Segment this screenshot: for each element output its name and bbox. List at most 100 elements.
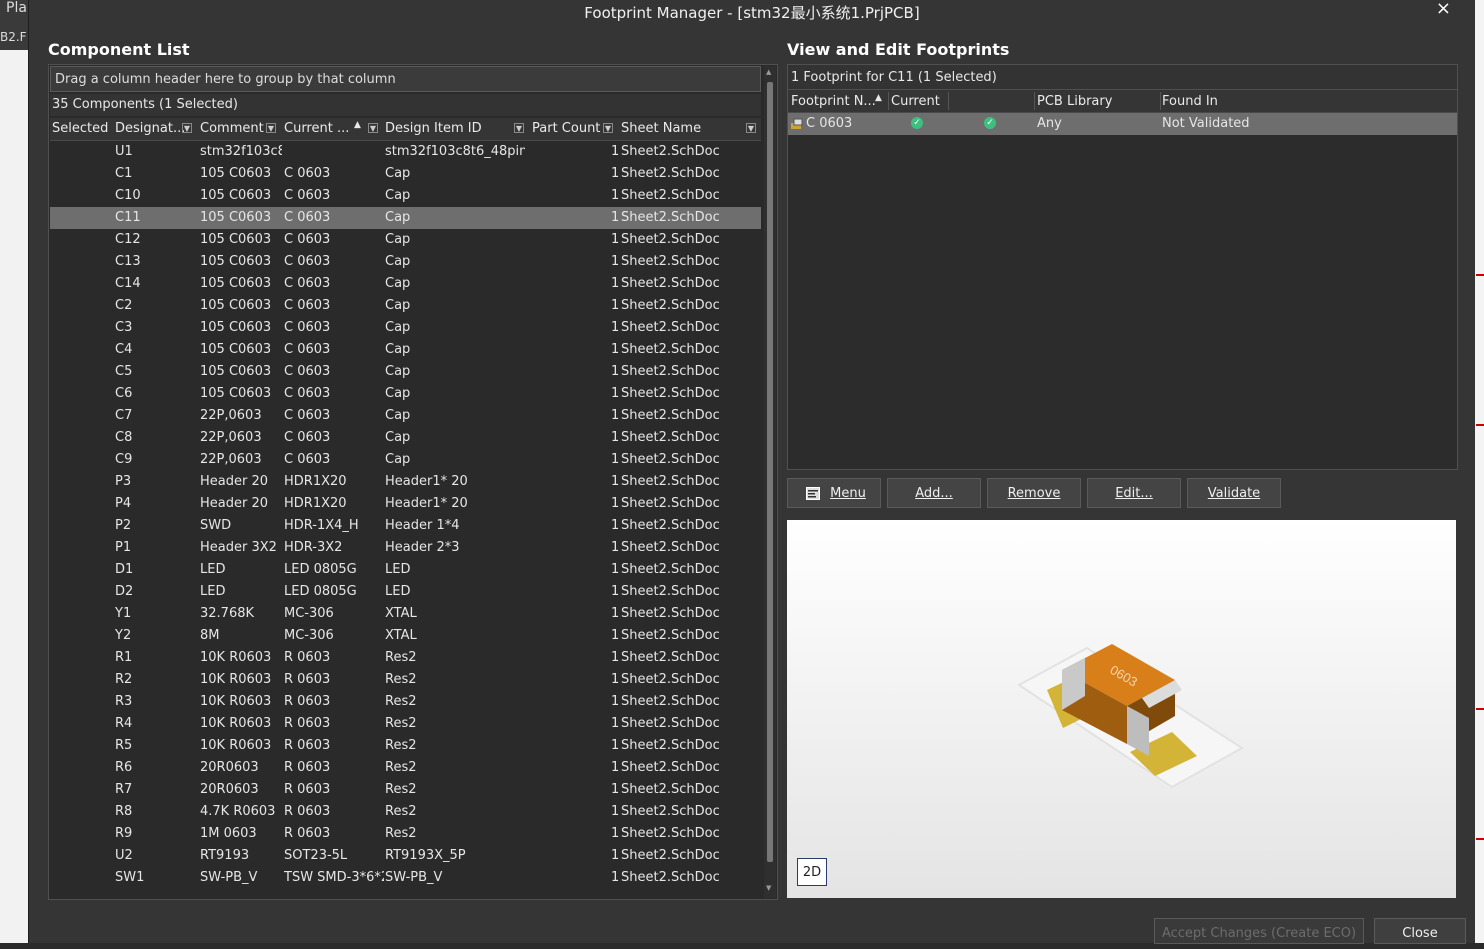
validate-button[interactable]: Validate bbox=[1187, 478, 1281, 508]
column-header-part-count[interactable]: Part Count bbox=[532, 121, 600, 136]
background-doc-text: B2.F bbox=[0, 30, 27, 44]
current-footprint-cell: MC-306 bbox=[284, 628, 334, 643]
filter-icon[interactable]: ▼ bbox=[746, 123, 756, 133]
component-row[interactable]: R4 10K R0603 R 0603 Res2 1 Sheet2.SchDoc bbox=[50, 713, 761, 735]
designator-cell: SW1 bbox=[115, 870, 145, 885]
column-header-designator[interactable]: Designat... bbox=[115, 121, 185, 136]
component-row[interactable]: R6 20R0603 R 0603 Res2 1 Sheet2.SchDoc bbox=[50, 757, 761, 779]
view-2d-button[interactable]: 2D bbox=[797, 858, 827, 886]
column-header-comment[interactable]: Comment bbox=[200, 121, 264, 136]
filter-icon[interactable]: ▼ bbox=[368, 123, 378, 133]
component-row[interactable]: P1 Header 3X2 HDR-3X2 Header 2*3 1 Sheet2.Sch… bbox=[50, 537, 761, 559]
current-footprint-cell: R 0603 bbox=[284, 650, 331, 665]
component-row[interactable]: R9 1M 0603 R 0603 Res2 1 Sheet2.SchDoc bbox=[50, 823, 761, 845]
designator-cell: R7 bbox=[115, 782, 133, 797]
component-row[interactable]: R5 10K R0603 R 0603 Res2 1 Sheet2.SchDoc bbox=[50, 735, 761, 757]
component-row[interactable]: SW1 SW-PB_V TSW SMD-3*6*2 SW-PB_V 1 Sheet2.Sc… bbox=[50, 867, 761, 889]
column-header-found-in[interactable]: Found In bbox=[1162, 94, 1218, 109]
remove-button[interactable]: Remove bbox=[987, 478, 1081, 508]
component-row[interactable]: C11 105 C0603 C 0603 Cap 1 Sheet2.SchDoc bbox=[50, 207, 761, 229]
filter-icon[interactable]: ▼ bbox=[603, 123, 613, 133]
designator-cell: R9 bbox=[115, 826, 133, 841]
component-row[interactable]: D2 LED LED 0805G LED 1 Sheet2.SchDoc bbox=[50, 581, 761, 603]
component-row[interactable]: C12 105 C0603 C 0603 Cap 1 Sheet2.SchDoc bbox=[50, 229, 761, 251]
component-row[interactable]: C8 22P,0603 C 0603 Cap 1 Sheet2.SchDoc bbox=[50, 427, 761, 449]
sheet-name-cell: Sheet2.SchDoc bbox=[621, 760, 720, 775]
component-row[interactable]: C7 22P,0603 C 0603 Cap 1 Sheet2.SchDoc bbox=[50, 405, 761, 427]
designator-cell: P2 bbox=[115, 518, 132, 533]
component-row[interactable]: C9 22P,0603 C 0603 Cap 1 Sheet2.SchDoc bbox=[50, 449, 761, 471]
design-item-cell: Res2 bbox=[385, 738, 417, 753]
sheet-name-cell: Sheet2.SchDoc bbox=[621, 804, 720, 819]
found-in-value: Not Validated bbox=[1162, 116, 1250, 131]
component-row[interactable]: P4 Header 20 HDR1X20 Header1* 20 1 Sheet2.Sch… bbox=[50, 493, 761, 515]
current-footprint-cell: C 0603 bbox=[284, 408, 331, 423]
scroll-up-arrow-icon[interactable]: ▲ bbox=[766, 68, 771, 76]
designator-cell: C5 bbox=[115, 364, 133, 379]
current-footprint-cell: C 0603 bbox=[284, 430, 331, 445]
current-footprint-cell: HDR-1X4_H bbox=[284, 518, 359, 533]
component-row[interactable]: C4 105 C0603 C 0603 Cap 1 Sheet2.SchDoc bbox=[50, 339, 761, 361]
column-header-current[interactable]: Current bbox=[891, 94, 940, 109]
edit-button[interactable]: Edit... bbox=[1087, 478, 1181, 508]
component-row[interactable]: R7 20R0603 R 0603 Res2 1 Sheet2.SchDoc bbox=[50, 779, 761, 801]
current-footprint-cell: R 0603 bbox=[284, 782, 331, 797]
close-window-button[interactable]: × bbox=[1436, 0, 1451, 19]
column-header-pcb-library[interactable]: PCB Library bbox=[1037, 94, 1112, 109]
component-row[interactable]: C3 105 C0603 C 0603 Cap 1 Sheet2.SchDoc bbox=[50, 317, 761, 339]
comment-cell: 10K R0603 bbox=[200, 650, 272, 665]
footprint-3d-preview[interactable]: 0603 2D bbox=[787, 520, 1456, 898]
group-by-area[interactable]: Drag a column header here to group by th… bbox=[50, 66, 761, 92]
designator-cell: C12 bbox=[115, 232, 141, 247]
component-row[interactable]: U1 stm32f103c8 stm32f103c8t6_48pin 1 Sheet2.… bbox=[50, 141, 761, 163]
footprint-row[interactable]: C 0603 ✓ ✓ Any Not Validated bbox=[788, 113, 1457, 135]
column-header-current[interactable]: Current ... bbox=[284, 121, 349, 136]
component-list-scrollbar[interactable]: ▲ ▼ bbox=[764, 66, 776, 898]
title-bar[interactable]: Footprint Manager - [stm32最小系统1.PrjPCB] … bbox=[29, 0, 1475, 26]
designator-cell: C1 bbox=[115, 166, 133, 181]
column-header-selected[interactable]: Selected bbox=[52, 121, 108, 136]
filter-icon[interactable]: ▼ bbox=[266, 123, 276, 133]
component-list-panel: Drag a column header here to group by th… bbox=[48, 64, 778, 900]
design-item-cell: Cap bbox=[385, 232, 411, 247]
filter-icon[interactable]: ▼ bbox=[182, 123, 192, 133]
component-table-body: U1 stm32f103c8 stm32f103c8t6_48pin 1 Sheet2.… bbox=[50, 141, 761, 897]
designator-cell: R3 bbox=[115, 694, 133, 709]
component-row[interactable]: C6 105 C0603 C 0603 Cap 1 Sheet2.SchDoc bbox=[50, 383, 761, 405]
component-list-title: Component List bbox=[48, 40, 190, 59]
component-row[interactable]: C1 105 C0603 C 0603 Cap 1 Sheet2.SchDoc bbox=[50, 163, 761, 185]
menu-button[interactable]: Menu bbox=[787, 478, 881, 508]
design-item-cell: Cap bbox=[385, 408, 411, 423]
scroll-down-arrow-icon[interactable]: ▼ bbox=[766, 884, 771, 892]
column-header-sheet-name[interactable]: Sheet Name bbox=[621, 121, 701, 136]
close-button[interactable]: Close bbox=[1374, 918, 1466, 944]
component-row[interactable]: Y2 8M MC-306 XTAL 1 Sheet2.SchDoc bbox=[50, 625, 761, 647]
sheet-name-cell: Sheet2.SchDoc bbox=[621, 848, 720, 863]
component-row[interactable]: C10 105 C0603 C 0603 Cap 1 Sheet2.SchDoc bbox=[50, 185, 761, 207]
filter-icon[interactable]: ▼ bbox=[514, 123, 524, 133]
component-row[interactable]: R8 4.7K R0603 R 0603 Res2 1 Sheet2.SchDoc bbox=[50, 801, 761, 823]
component-row[interactable]: D1 LED LED 0805G LED 1 Sheet2.SchDoc bbox=[50, 559, 761, 581]
component-row[interactable]: R3 10K R0603 R 0603 Res2 1 Sheet2.SchDoc bbox=[50, 691, 761, 713]
add-button[interactable]: Add... bbox=[887, 478, 981, 508]
component-row[interactable]: Y1 32.768K MC-306 XTAL 1 Sheet2.SchDoc bbox=[50, 603, 761, 625]
component-row[interactable]: P3 Header 20 HDR1X20 Header1* 20 1 Sheet2.Sch… bbox=[50, 471, 761, 493]
column-header-design-item-id[interactable]: Design Item ID bbox=[385, 121, 482, 136]
component-row[interactable]: R2 10K R0603 R 0603 Res2 1 Sheet2.SchDoc bbox=[50, 669, 761, 691]
scrollbar-thumb[interactable] bbox=[767, 82, 773, 862]
current-footprint-cell: MC-306 bbox=[284, 606, 334, 621]
accept-changes-button[interactable]: Accept Changes (Create ECO) bbox=[1154, 918, 1364, 944]
column-header-footprint-name[interactable]: Footprint N... bbox=[791, 94, 876, 109]
component-row[interactable]: C13 105 C0603 C 0603 Cap 1 Sheet2.SchDoc bbox=[50, 251, 761, 273]
component-row[interactable]: C5 105 C0603 C 0603 Cap 1 Sheet2.SchDoc bbox=[50, 361, 761, 383]
component-row[interactable]: C14 105 C0603 C 0603 Cap 1 Sheet2.SchDoc bbox=[50, 273, 761, 295]
comment-cell: 22P,0603 bbox=[200, 452, 262, 467]
component-row[interactable]: P2 SWD HDR-1X4_H Header 1*4 1 Sheet2.SchDoc bbox=[50, 515, 761, 537]
design-item-cell: stm32f103c8t6_48pin bbox=[385, 144, 525, 159]
designator-cell: R1 bbox=[115, 650, 133, 665]
component-row[interactable]: R1 10K R0603 R 0603 Res2 1 Sheet2.SchDoc bbox=[50, 647, 761, 669]
component-row[interactable]: C2 105 C0603 C 0603 Cap 1 Sheet2.SchDoc bbox=[50, 295, 761, 317]
component-row-partial[interactable] bbox=[50, 889, 761, 895]
background-marker bbox=[1476, 274, 1484, 276]
component-row[interactable]: U2 RT9193 SOT23-5L RT9193X_5P 1 Sheet2.SchDoc bbox=[50, 845, 761, 867]
